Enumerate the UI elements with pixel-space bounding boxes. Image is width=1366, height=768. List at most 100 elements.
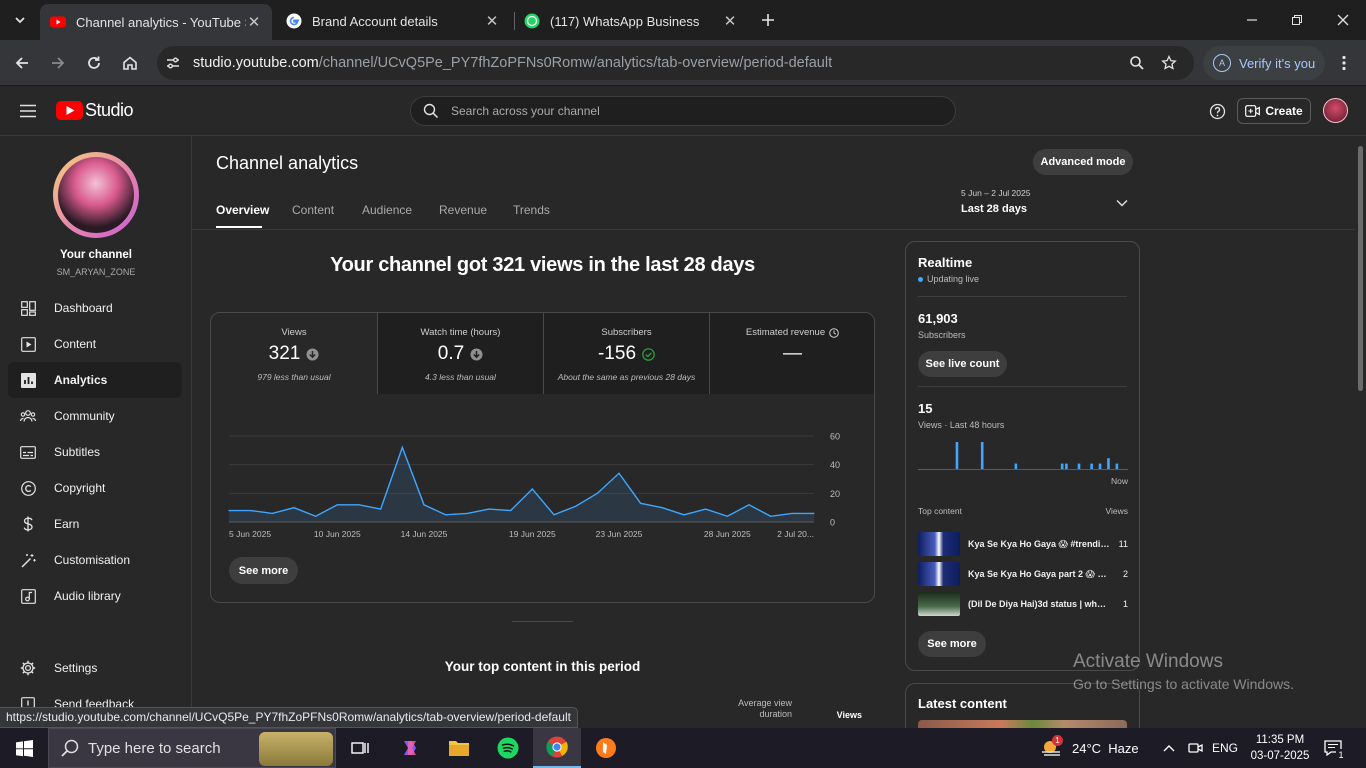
task-view-icon[interactable] — [336, 728, 384, 768]
hamburger-menu-icon[interactable] — [16, 99, 40, 123]
metric-estimated-revenue[interactable]: Estimated revenue — — [709, 313, 874, 394]
input-language[interactable]: ENG — [1212, 728, 1238, 768]
see-live-count-button[interactable]: See live count — [918, 351, 1007, 377]
advanced-mode-button[interactable]: Advanced mode — [1033, 149, 1133, 175]
meet-camera-icon[interactable] — [1188, 728, 1204, 768]
copyright-icon — [19, 479, 37, 497]
sidebar-item-label: Earn — [54, 517, 80, 531]
channel-avatar[interactable] — [53, 152, 139, 238]
restore-icon[interactable] — [1285, 8, 1309, 32]
clock[interactable]: 11:35 PM 03-07-2025 — [1247, 728, 1313, 768]
realtime-views-count: 15 — [918, 401, 933, 416]
x-tick-label: 14 Jun 2025 — [401, 529, 448, 539]
create-button[interactable]: Create — [1237, 98, 1311, 124]
video-views: 11 — [1118, 539, 1128, 549]
sidebar-item-label: Settings — [54, 661, 98, 675]
search-highlight-illustration — [259, 732, 333, 766]
spotify-icon[interactable] — [484, 728, 532, 768]
scrollbar-thumb[interactable] — [1358, 146, 1363, 391]
tab-revenue[interactable]: Revenue — [439, 203, 487, 217]
browser-menu-icon[interactable] — [1332, 51, 1356, 75]
forward-icon[interactable] — [46, 51, 70, 75]
chrome-taskbar-icon[interactable] — [533, 728, 581, 768]
top-content-item[interactable]: Kya Se Kya Ho Gaya 😱 #trending 11 — [918, 532, 1128, 556]
video-thumbnail — [918, 562, 960, 586]
address-bar[interactable]: studio.youtube.com/channel/UCvQ5Pe_PY7fh… — [157, 46, 1194, 80]
reload-icon[interactable] — [82, 51, 106, 75]
account-avatar[interactable] — [1323, 98, 1348, 123]
sidebar-item-community[interactable]: Community — [8, 398, 182, 434]
top-content-item[interactable]: Kya Se Kya Ho Gaya part 2 😱 #trending 2 — [918, 562, 1128, 586]
close-tab-icon[interactable]: ✕ — [722, 12, 738, 30]
views-line-chart[interactable]: 0 20 40 60 5 Jun 2025 10 Jun 2025 14 Jun 2025 1… — [211, 394, 875, 554]
see-more-button[interactable]: See more — [918, 631, 986, 657]
youtube-favicon-icon — [50, 16, 66, 28]
realtime-bar — [1077, 463, 1081, 469]
latest-video-thumbnail[interactable] — [918, 720, 1127, 728]
fl-studio-icon[interactable] — [582, 728, 630, 768]
tab-whatsapp[interactable]: (117) WhatsApp Business ✕ — [514, 6, 748, 36]
clock-date: 03-07-2025 — [1250, 750, 1310, 762]
metric-subtext: 979 less than usual — [257, 372, 331, 382]
sidebar-item-customisation[interactable]: Customisation — [8, 542, 182, 578]
sidebar-item-content[interactable]: Content — [8, 326, 182, 362]
x-tick-label: 23 Jun 2025 — [596, 529, 643, 539]
help-icon[interactable] — [1205, 99, 1229, 123]
realtime-bar — [1065, 463, 1068, 469]
top-content-item[interactable]: (Dil De Diya Hai)3d status | whatsapp st… — [918, 592, 1128, 616]
data-point — [575, 505, 577, 507]
tab-channel-analytics[interactable]: Channel analytics - YouTube Studio ✕ — [40, 4, 272, 40]
verify-profile-button[interactable]: A Verify it's you — [1203, 46, 1325, 80]
metric-subscribers[interactable]: Subscribers -156 About the same as previ… — [543, 313, 709, 394]
profile-avatar: A — [1213, 54, 1231, 72]
tab-trends[interactable]: Trends — [513, 203, 550, 217]
sidebar-item-dashboard[interactable]: Dashboard — [8, 290, 182, 326]
tab-overview[interactable]: Overview — [216, 203, 269, 217]
site-info-icon[interactable] — [165, 55, 181, 71]
zoom-search-icon[interactable] — [1129, 55, 1145, 71]
sidebar-item-settings[interactable]: Settings — [8, 650, 182, 686]
sidebar-item-earn[interactable]: Earn — [8, 506, 182, 542]
x-tick-label: 28 Jun 2025 — [704, 529, 751, 539]
home-icon[interactable] — [118, 51, 142, 75]
sidebar-item-audio-library[interactable]: Audio library — [8, 578, 182, 614]
search-placeholder: Search across your channel — [451, 104, 600, 118]
channel-search-input[interactable]: Search across your channel — [410, 96, 956, 126]
sidebar-item-analytics[interactable]: Analytics — [8, 362, 182, 398]
x-tick-label: 5 Jun 2025 — [229, 529, 271, 539]
copilot-icon[interactable] — [386, 728, 434, 768]
vertical-scrollbar[interactable] — [1355, 136, 1366, 728]
windows-start-icon[interactable] — [0, 728, 48, 768]
tab-search-icon[interactable] — [8, 8, 32, 32]
analytics-main: Channel analytics Advanced mode Overview… — [192, 136, 1355, 728]
realtime-views-bar-chart[interactable] — [918, 437, 1128, 470]
notifications-icon[interactable]: 1 — [1324, 728, 1346, 768]
tab-audience[interactable]: Audience — [362, 203, 412, 217]
bookmark-star-icon[interactable] — [1161, 55, 1177, 71]
show-hidden-icons-chevron-icon[interactable] — [1163, 728, 1175, 768]
weather-widget[interactable]: 1 24°C Haze — [1040, 728, 1139, 768]
column-views[interactable]: Views — [812, 710, 862, 720]
data-point — [336, 504, 338, 506]
subscribers-label: Subscribers — [918, 330, 966, 340]
minimize-icon[interactable] — [1240, 8, 1264, 32]
close-window-icon[interactable] — [1331, 8, 1355, 32]
close-tab-icon[interactable]: ✕ — [246, 13, 262, 31]
metric-views[interactable]: Views 321 979 less than usual — [211, 313, 377, 394]
back-icon[interactable] — [10, 51, 34, 75]
new-tab-icon[interactable] — [756, 8, 780, 32]
tab-brand-account[interactable]: Brand Account details ✕ — [276, 6, 510, 36]
close-tab-icon[interactable]: ✕ — [484, 12, 500, 30]
column-avg-view-duration[interactable]: Average view duration — [712, 698, 792, 720]
sidebar-item-copyright[interactable]: Copyright — [8, 470, 182, 506]
tab-content[interactable]: Content — [292, 203, 334, 217]
studio-logo[interactable]: Studio — [56, 100, 134, 121]
metric-subtext: About the same as previous 28 days — [557, 372, 696, 382]
metric-watch-time[interactable]: Watch time (hours) 0.7 4.3 less than usu… — [377, 313, 543, 394]
taskbar-search-input[interactable]: Type here to search — [48, 728, 336, 768]
see-more-button[interactable]: See more — [229, 557, 298, 584]
sidebar-item-subtitles[interactable]: Subtitles — [8, 434, 182, 470]
active-tab-indicator — [216, 226, 262, 228]
file-explorer-icon[interactable] — [435, 728, 483, 768]
period-selector[interactable]: 5 Jun – 2 Jul 2025 Last 28 days — [961, 188, 1141, 218]
